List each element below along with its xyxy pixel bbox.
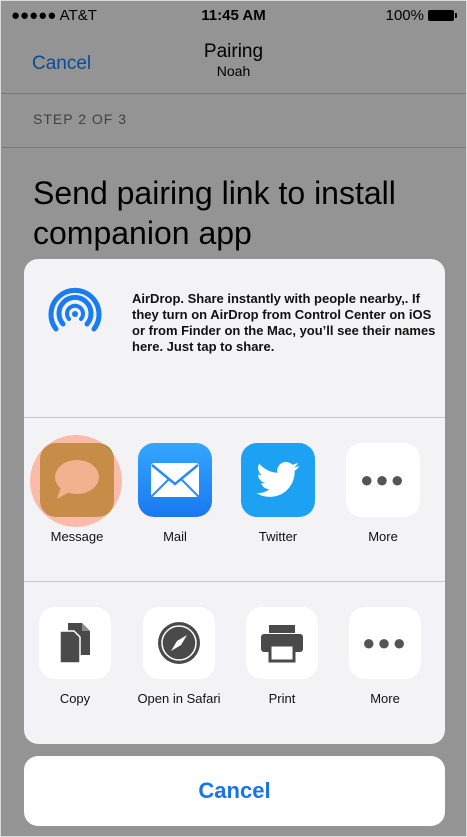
more-icon: ●●● bbox=[346, 443, 420, 517]
action-open-in-safari[interactable]: Open in Safari bbox=[134, 607, 224, 706]
share-app-more[interactable]: ●●● More bbox=[338, 443, 428, 544]
twitter-icon bbox=[241, 443, 315, 517]
print-icon bbox=[246, 607, 318, 679]
action-label: Open in Safari bbox=[137, 691, 221, 706]
airdrop-description: AirDrop. Share instantly with people nea… bbox=[132, 291, 436, 354]
divider bbox=[24, 581, 445, 582]
share-app-twitter[interactable]: Twitter bbox=[233, 443, 323, 544]
action-print[interactable]: Print bbox=[237, 607, 327, 706]
share-app-message[interactable]: Message bbox=[30, 435, 122, 544]
divider bbox=[24, 417, 445, 418]
safari-icon bbox=[143, 607, 215, 679]
airdrop-icon bbox=[48, 287, 102, 332]
action-label: More bbox=[370, 691, 400, 706]
share-sheet: AirDrop. Share instantly with people nea… bbox=[24, 259, 445, 744]
action-more[interactable]: ●●● More bbox=[340, 607, 430, 706]
share-app-mail[interactable]: Mail bbox=[130, 443, 220, 544]
share-app-label: Message bbox=[50, 529, 104, 544]
share-app-label: More bbox=[368, 529, 398, 544]
airdrop-section[interactable]: AirDrop. Share instantly with people nea… bbox=[24, 259, 445, 417]
message-icon bbox=[30, 435, 122, 527]
copy-icon bbox=[39, 607, 111, 679]
cancel-button[interactable]: Cancel bbox=[24, 756, 445, 826]
screen: ●●●●● AT&T 11:45 AM 100% Cancel Pairing … bbox=[0, 0, 467, 837]
share-app-label: Twitter bbox=[258, 529, 298, 544]
action-copy[interactable]: Copy bbox=[30, 607, 120, 706]
action-label: Print bbox=[268, 691, 296, 706]
share-app-label: Mail bbox=[163, 529, 187, 544]
action-label: Copy bbox=[59, 691, 91, 706]
mail-icon bbox=[138, 443, 212, 517]
more-icon: ●●● bbox=[349, 607, 421, 679]
